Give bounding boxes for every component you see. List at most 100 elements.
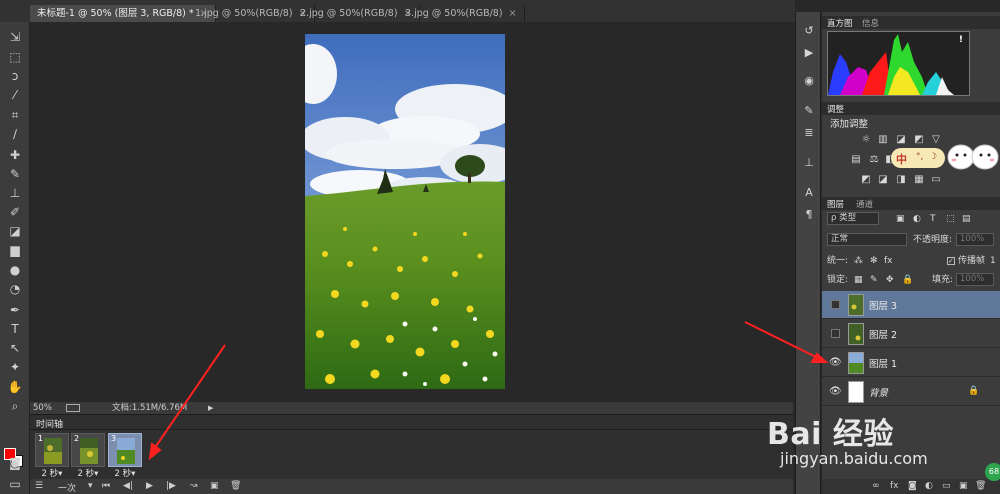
filter-type-icon[interactable]: T bbox=[930, 210, 936, 228]
frame-delay[interactable]: 2 秒▾ bbox=[35, 467, 69, 479]
clone-source-icon[interactable]: ⊥ bbox=[801, 156, 817, 170]
gradient-map-icon[interactable]: ▦ bbox=[913, 174, 925, 185]
timeline-frame-1[interactable]: 1 bbox=[35, 433, 69, 467]
filter-adjust-icon[interactable]: ◐ bbox=[913, 210, 921, 228]
healing-icon[interactable]: ✚ bbox=[3, 146, 27, 164]
ime-indicator[interactable]: 中 °, ☽ bbox=[891, 148, 945, 168]
eye-icon[interactable]: 👁 bbox=[829, 357, 842, 369]
status-menu-arrow[interactable]: ▶ bbox=[208, 402, 213, 414]
fill-input[interactable]: 100% bbox=[956, 273, 994, 286]
marquee-icon[interactable]: ⬚ bbox=[3, 48, 27, 66]
lock-position-icon[interactable]: ✥ bbox=[886, 271, 894, 289]
paragraph-icon[interactable]: ¶ bbox=[801, 208, 817, 222]
blur-icon[interactable]: ● bbox=[3, 261, 27, 279]
tab-layers[interactable]: 图层 bbox=[827, 198, 844, 210]
delete-icon[interactable]: 🗑 bbox=[230, 481, 241, 491]
hand-icon[interactable]: ✋ bbox=[3, 378, 27, 396]
character-icon[interactable]: A bbox=[801, 186, 817, 200]
loop-select[interactable]: 一次 bbox=[58, 481, 76, 494]
screen-mode-icon[interactable]: ▭ bbox=[3, 475, 27, 493]
selective-color-icon[interactable]: ▭ bbox=[930, 174, 942, 185]
delete-layer-icon[interactable]: 🗑 bbox=[975, 481, 986, 491]
actions-icon[interactable]: ▶ bbox=[801, 46, 817, 60]
close-icon[interactable]: × bbox=[509, 8, 517, 19]
lock-pixels-icon[interactable]: ✎ bbox=[870, 271, 878, 289]
layer-filter-select[interactable]: ρ 类型 bbox=[827, 212, 879, 225]
tab-3jpg[interactable]: 3.jpg @ 50%(RGB/8) × bbox=[398, 5, 525, 22]
next-frame-button[interactable]: |▶ bbox=[166, 481, 176, 491]
first-frame-button[interactable]: ⏮ bbox=[102, 481, 110, 491]
new-layer-icon[interactable]: ▣ bbox=[959, 481, 968, 491]
unify-style-icon[interactable]: fx bbox=[884, 252, 893, 270]
levels-icon[interactable]: ▥ bbox=[877, 134, 889, 145]
canvas-area[interactable] bbox=[30, 22, 793, 402]
new-frame-icon[interactable]: ▣ bbox=[210, 481, 219, 491]
invert-icon[interactable]: ◩ bbox=[860, 174, 872, 185]
filter-shape-icon[interactable]: ⬚ bbox=[946, 210, 955, 228]
mask-icon[interactable]: ◙ bbox=[908, 481, 917, 491]
warning-icon[interactable]: ! bbox=[959, 35, 963, 45]
visibility-toggle[interactable] bbox=[831, 300, 840, 309]
brush-preset-icon[interactable]: ✎ bbox=[801, 104, 817, 118]
eyedropper-icon[interactable]: ∕ bbox=[3, 125, 27, 143]
history-brush-icon[interactable]: ✐ bbox=[3, 203, 27, 221]
group-icon[interactable]: ▭ bbox=[942, 481, 951, 491]
color-icon[interactable]: ◉ bbox=[801, 74, 817, 88]
pen-icon[interactable]: ✒ bbox=[3, 301, 27, 319]
layer-row-3[interactable]: 图层 3 bbox=[822, 291, 1000, 319]
frame-delay[interactable]: 2 秒▾ bbox=[71, 467, 105, 479]
type-icon[interactable]: T bbox=[3, 320, 27, 338]
brush-settings-icon[interactable]: ≣ bbox=[801, 126, 817, 140]
threshold-icon[interactable]: ◨ bbox=[895, 174, 907, 185]
lock-transparent-icon[interactable]: ▦ bbox=[854, 271, 863, 289]
shape-icon[interactable]: ✦ bbox=[3, 358, 27, 376]
link-layers-icon[interactable]: ∞ bbox=[872, 481, 880, 491]
tab-channels[interactable]: 通道 bbox=[856, 198, 873, 210]
vibrance-icon[interactable]: ▽ bbox=[930, 134, 942, 145]
posterize-icon[interactable]: ◪ bbox=[877, 174, 889, 185]
tween-icon[interactable]: ↝ bbox=[190, 481, 198, 491]
curves-icon[interactable]: ◪ bbox=[895, 134, 907, 145]
brush-icon[interactable]: ✎ bbox=[3, 165, 27, 183]
hue-saturation-icon[interactable]: ▤ bbox=[850, 154, 862, 165]
prev-frame-button[interactable]: ◀| bbox=[123, 481, 133, 491]
adjustment-layer-icon[interactable]: ◐ bbox=[925, 481, 933, 491]
eye-icon[interactable]: 👁 bbox=[829, 386, 842, 398]
layer-row-1[interactable]: 👁 图层 1 bbox=[822, 349, 1000, 377]
document-image[interactable] bbox=[305, 34, 505, 389]
brightness-icon[interactable]: ☼ bbox=[860, 134, 872, 145]
timeline-frame-3[interactable]: 3 bbox=[108, 433, 142, 467]
blend-mode-select[interactable]: 正常 bbox=[827, 233, 907, 246]
fx-icon[interactable]: fx bbox=[890, 481, 899, 491]
tab-adjustments[interactable]: 调整 bbox=[827, 103, 844, 115]
clone-stamp-icon[interactable]: ⊥ bbox=[3, 184, 27, 202]
tab-histogram[interactable]: 直方图 bbox=[827, 17, 853, 29]
filter-pixel-icon[interactable]: ▣ bbox=[896, 210, 905, 228]
opacity-input[interactable]: 100% bbox=[956, 233, 994, 246]
unify-position-icon[interactable]: ⁂ bbox=[854, 252, 863, 270]
lasso-icon[interactable]: ↄ bbox=[3, 67, 27, 85]
eraser-icon[interactable]: ◪ bbox=[3, 222, 27, 240]
gradient-icon[interactable]: ▆ bbox=[3, 241, 27, 259]
chevron-down-icon[interactable]: ▾ bbox=[88, 481, 93, 491]
quick-mask-icon[interactable]: ◙ bbox=[3, 454, 27, 472]
zoom-icon[interactable]: ⌕ bbox=[3, 397, 27, 415]
move-icon[interactable]: ⇲ bbox=[3, 28, 27, 46]
visibility-toggle[interactable] bbox=[831, 329, 840, 338]
layer-row-background[interactable]: 👁 背景 🔒 bbox=[822, 378, 1000, 406]
zoom-level[interactable]: 50% bbox=[33, 402, 52, 414]
history-icon[interactable]: ↺ bbox=[801, 24, 817, 38]
dodge-icon[interactable]: ◔ bbox=[3, 280, 27, 298]
frame-delay[interactable]: 2 秒▾ bbox=[108, 467, 142, 479]
color-balance-icon[interactable]: ⚖ bbox=[868, 154, 880, 165]
tab-info[interactable]: 信息 bbox=[862, 17, 879, 29]
convert-timeline-icon[interactable]: ☰ bbox=[35, 481, 43, 491]
propagate-checkbox[interactable]: ✓ bbox=[947, 257, 955, 265]
path-select-icon[interactable]: ↖ bbox=[3, 339, 27, 357]
lock-all-icon[interactable]: 🔒 bbox=[902, 271, 913, 289]
crop-icon[interactable]: ⌗ bbox=[3, 106, 27, 124]
magic-wand-icon[interactable]: ⁄ bbox=[3, 86, 27, 104]
unify-visibility-icon[interactable]: ✻ bbox=[870, 252, 878, 270]
layer-row-2[interactable]: 图层 2 bbox=[822, 320, 1000, 348]
play-button[interactable]: ▶ bbox=[146, 481, 153, 491]
